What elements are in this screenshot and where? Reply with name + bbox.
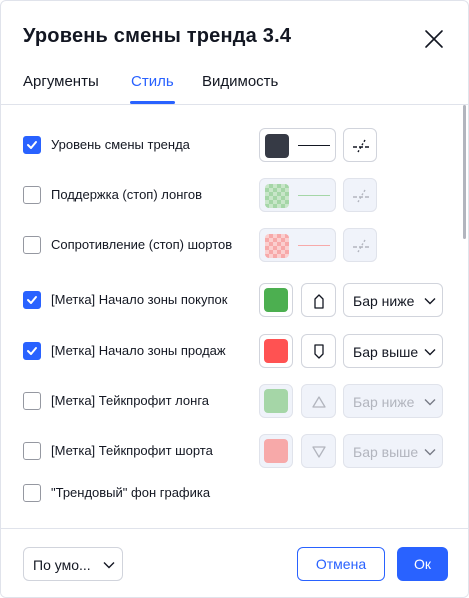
row-takeprofit-long: [Метка] Тейкпрофит лонга Бар ниже <box>1 383 461 419</box>
tab-visibility[interactable]: Видимость <box>202 73 278 90</box>
row-buy-zone-start: [Метка] Начало зоны покупок Бар ниже <box>1 282 461 318</box>
line-sample <box>298 195 330 196</box>
active-tab-indicator <box>130 101 175 104</box>
row-resistance-shorts: Сопротивление (стоп) шортов <box>1 227 461 263</box>
color-picker[interactable] <box>259 384 293 418</box>
position-select[interactable]: Бар выше <box>343 334 443 368</box>
checkbox-sell-zone-start[interactable] <box>23 342 41 360</box>
select-value: Бар ниже <box>353 293 415 309</box>
checkmark-icon <box>27 347 37 355</box>
line-sample <box>298 145 330 146</box>
chevron-down-icon <box>424 349 436 356</box>
label-shape-button[interactable] <box>301 283 336 317</box>
dialog-footer: По умо... Отмена Ок <box>1 528 468 597</box>
checkbox-trend-change-level[interactable] <box>23 136 41 154</box>
color-picker[interactable] <box>259 434 293 468</box>
line-style-picker[interactable] <box>259 178 336 212</box>
select-value: Бар выше <box>353 344 419 360</box>
checkbox-resistance-shorts[interactable] <box>23 236 41 254</box>
row-label: "Трендовый" фон графика <box>51 485 211 500</box>
color-swatch <box>265 184 289 208</box>
select-value: Бар выше <box>353 444 419 460</box>
color-picker[interactable] <box>259 283 293 317</box>
line-sample <box>298 245 330 246</box>
checkbox-buy-zone-start[interactable] <box>23 291 41 309</box>
defaults-label: По умо... <box>33 557 91 573</box>
color-swatch <box>264 288 288 312</box>
checkbox-takeprofit-short[interactable] <box>23 442 41 460</box>
label-shape-button[interactable] <box>301 434 336 468</box>
triangle-up-icon <box>312 396 326 408</box>
color-picker[interactable] <box>259 334 293 368</box>
label-shape-icon <box>314 344 324 359</box>
color-swatch <box>264 389 288 413</box>
checkbox-trend-background[interactable] <box>23 484 41 502</box>
close-button[interactable] <box>422 27 446 51</box>
close-icon <box>425 30 443 48</box>
color-swatch <box>265 234 289 258</box>
row-label: [Метка] Начало зоны покупок <box>51 292 228 307</box>
line-style-picker[interactable] <box>259 128 336 162</box>
defaults-dropdown[interactable]: По умо... <box>23 547 123 581</box>
color-swatch <box>264 339 288 363</box>
line-type-button[interactable] <box>343 228 377 262</box>
chevron-down-icon <box>424 298 436 305</box>
row-support-longs: Поддержка (стоп) лонгов <box>1 177 461 213</box>
line-type-button[interactable] <box>343 178 377 212</box>
row-label: Уровень смены тренда <box>51 137 190 152</box>
row-takeprofit-short: [Метка] Тейкпрофит шорта Бар выше <box>1 433 461 469</box>
row-label: Сопротивление (стоп) шортов <box>51 237 233 252</box>
position-select[interactable]: Бар выше <box>343 434 443 468</box>
chevron-down-icon <box>424 449 436 456</box>
checkmark-icon <box>27 296 37 304</box>
position-select[interactable]: Бар ниже <box>343 283 443 317</box>
label-shape-button[interactable] <box>301 334 336 368</box>
row-label: Поддержка (стоп) лонгов <box>51 187 203 202</box>
row-sell-zone-start: [Метка] Начало зоны продаж Бар выше <box>1 333 461 369</box>
line-style-icon <box>353 239 369 253</box>
label-shape-icon <box>314 294 324 309</box>
triangle-down-icon <box>312 446 326 458</box>
indicator-settings-dialog: Уровень смены тренда 3.4 Аргументы Стиль… <box>0 0 469 598</box>
tab-bar: Аргументы Стиль Видимость <box>1 63 468 105</box>
label-shape-button[interactable] <box>301 384 336 418</box>
chevron-down-icon <box>424 399 436 406</box>
position-select[interactable]: Бар ниже <box>343 384 443 418</box>
checkbox-takeprofit-long[interactable] <box>23 392 41 410</box>
tab-style[interactable]: Стиль <box>131 73 174 90</box>
checkmark-icon <box>27 141 37 149</box>
select-value: Бар ниже <box>353 394 415 410</box>
row-trend-change-level: Уровень смены тренда <box>1 127 461 163</box>
line-style-picker[interactable] <box>259 228 336 262</box>
line-type-button[interactable] <box>343 128 377 162</box>
color-swatch <box>265 134 289 158</box>
tab-arguments[interactable]: Аргументы <box>23 73 99 90</box>
row-label: [Метка] Начало зоны продаж <box>51 343 226 358</box>
checkbox-support-longs[interactable] <box>23 186 41 204</box>
row-label: [Метка] Тейкпрофит шорта <box>51 443 213 458</box>
scrollbar-thumb[interactable] <box>463 105 466 239</box>
row-trend-background: "Трендовый" фон графика <box>1 475 461 511</box>
dialog-title: Уровень смены тренда 3.4 <box>23 25 292 47</box>
chevron-down-icon <box>103 562 115 569</box>
line-style-icon <box>353 139 369 153</box>
ok-button[interactable]: Ок <box>397 547 448 581</box>
cancel-button[interactable]: Отмена <box>297 547 385 581</box>
row-label: [Метка] Тейкпрофит лонга <box>51 393 210 408</box>
line-style-icon <box>353 189 369 203</box>
color-swatch <box>264 439 288 463</box>
